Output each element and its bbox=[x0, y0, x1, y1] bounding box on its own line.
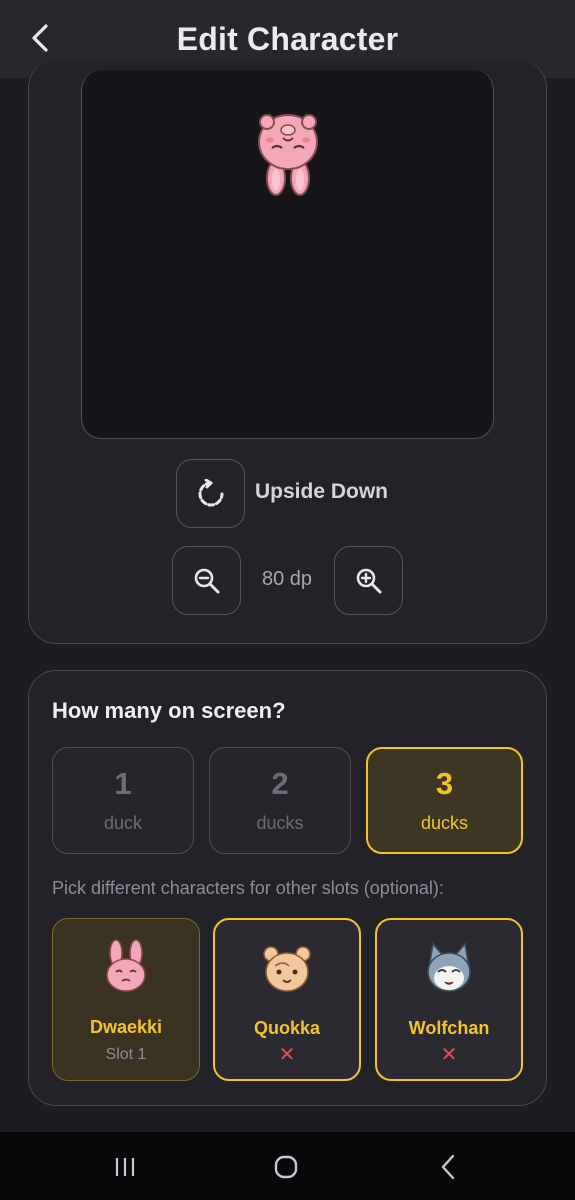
back-icon bbox=[441, 1154, 455, 1180]
character-sprite[interactable] bbox=[252, 110, 324, 200]
remove-slot-button[interactable]: ✕ bbox=[279, 1045, 296, 1065]
count-unit: duck bbox=[103, 812, 143, 833]
remove-slot-button[interactable]: ✕ bbox=[441, 1045, 458, 1065]
count-number: 2 bbox=[271, 765, 289, 801]
slot-label: Slot 1 bbox=[105, 1046, 147, 1063]
count-option-1[interactable]: 1 duck bbox=[52, 747, 194, 854]
size-value: 80 dp bbox=[261, 568, 313, 590]
slot-name: Wolfchan bbox=[408, 1018, 490, 1038]
quokka-avatar bbox=[263, 946, 311, 992]
zoom-in-button[interactable] bbox=[334, 546, 403, 615]
orientation-button[interactable] bbox=[176, 459, 245, 528]
dwaekki-avatar bbox=[106, 939, 146, 992]
count-option-3[interactable]: 3 ducks bbox=[366, 747, 523, 854]
page-title: Edit Character bbox=[176, 20, 399, 57]
zoom-out-button[interactable] bbox=[172, 546, 241, 615]
chevron-left-icon bbox=[32, 24, 48, 52]
zoom-in-icon bbox=[356, 568, 381, 593]
slot-wolfchan[interactable]: Wolfchan ✕ bbox=[375, 918, 523, 1081]
slot-quokka[interactable]: Quokka ✕ bbox=[213, 918, 361, 1081]
count-unit: ducks bbox=[420, 812, 469, 833]
slot-dwaekki[interactable]: Dwaekki Slot 1 bbox=[52, 918, 200, 1081]
home-button[interactable] bbox=[266, 1152, 306, 1182]
back-button[interactable] bbox=[22, 20, 58, 56]
zoom-out-icon bbox=[194, 568, 219, 593]
count-unit: ducks bbox=[256, 812, 304, 833]
rotate-icon bbox=[198, 478, 223, 506]
count-section-title: How many on screen? bbox=[52, 698, 286, 723]
home-icon bbox=[274, 1155, 298, 1179]
recents-icon bbox=[115, 1158, 135, 1176]
orientation-label: Upside Down bbox=[255, 480, 389, 503]
count-number: 1 bbox=[114, 765, 132, 801]
slot-name: Dwaekki bbox=[89, 1017, 163, 1037]
slots-hint: Pick different characters for other slot… bbox=[52, 878, 444, 898]
count-option-2[interactable]: 2 ducks bbox=[209, 747, 351, 854]
slot-name: Quokka bbox=[253, 1018, 321, 1038]
system-back-button[interactable] bbox=[428, 1152, 468, 1182]
wolfchan-avatar bbox=[427, 942, 471, 992]
count-number: 3 bbox=[435, 765, 454, 801]
recents-button[interactable] bbox=[105, 1152, 145, 1182]
system-navigation-bar bbox=[0, 1132, 575, 1200]
